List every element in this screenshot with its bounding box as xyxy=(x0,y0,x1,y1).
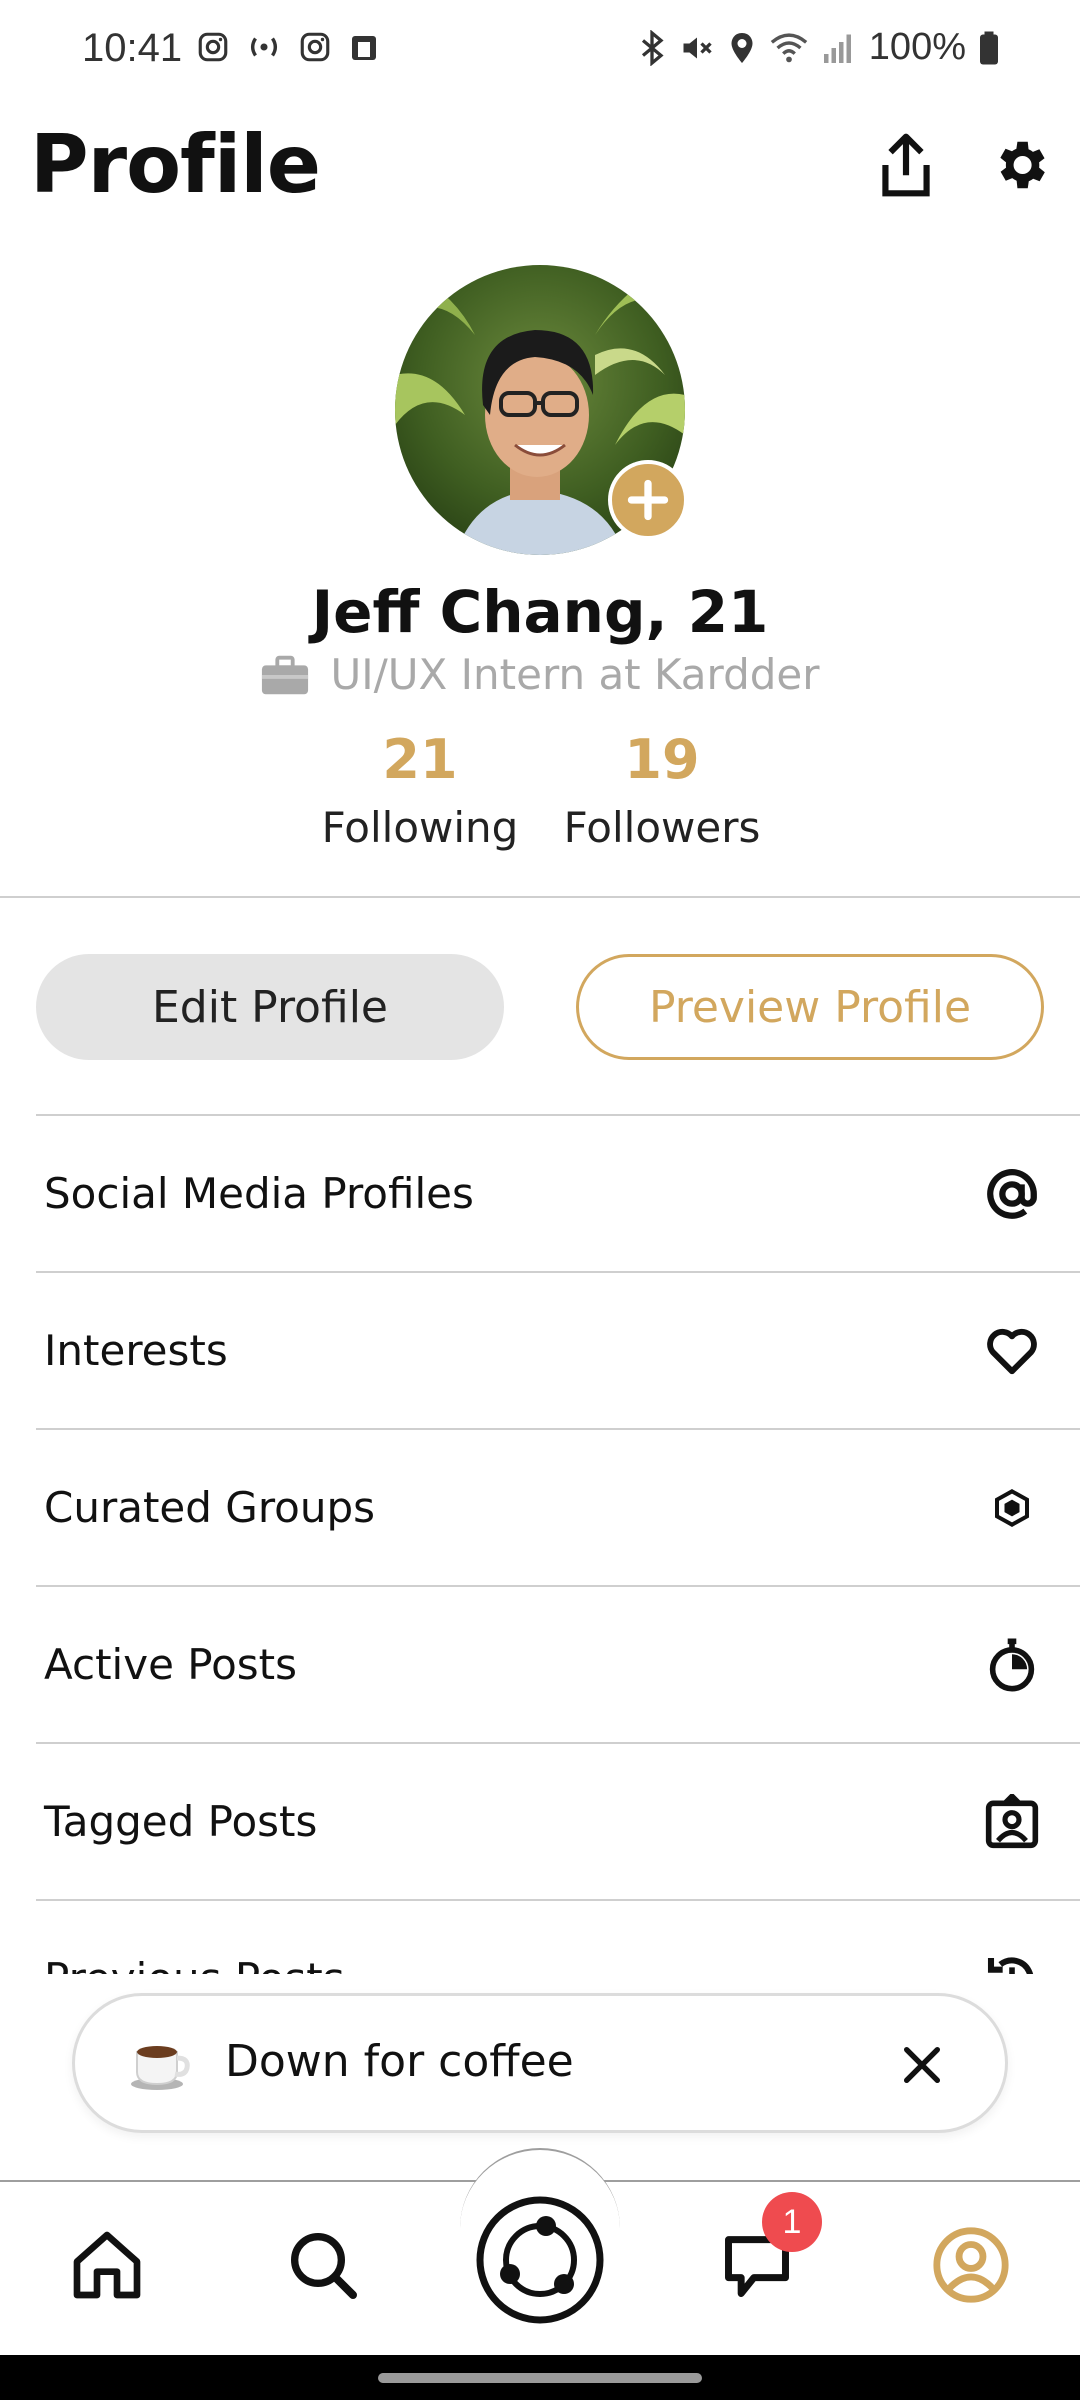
following-stat[interactable]: 21 Following xyxy=(310,728,530,852)
menu-item-label: Curated Groups xyxy=(44,1483,376,1532)
at-sign-icon xyxy=(982,1164,1042,1224)
menu-item-label: Previous Posts xyxy=(44,1954,345,1974)
nav-center-action[interactable] xyxy=(474,2194,606,2326)
share-button[interactable] xyxy=(866,125,946,205)
battery-icon xyxy=(980,31,998,64)
hexagon-icon xyxy=(982,1478,1042,1538)
status-text: Down for coffee xyxy=(225,2036,574,2087)
instagram-icon xyxy=(300,32,330,62)
settings-button[interactable] xyxy=(980,125,1060,205)
profile-menu: Social Media Profiles Interests Curated … xyxy=(0,1114,1080,1974)
followers-label: Followers xyxy=(563,803,761,852)
status-right-icons: 100% xyxy=(637,26,1000,69)
messages-badge: 1 xyxy=(762,2192,822,2252)
menu-item-label: Active Posts xyxy=(44,1640,298,1689)
followers-count: 19 xyxy=(624,728,700,791)
nav-search[interactable] xyxy=(278,2220,368,2310)
plus-icon xyxy=(627,479,669,521)
mute-icon xyxy=(683,37,712,58)
home-indicator[interactable] xyxy=(378,2373,702,2383)
profile-name: Jeff Chang, 21 xyxy=(311,578,769,646)
location-icon xyxy=(731,32,753,63)
divider xyxy=(0,896,1080,898)
nav-home[interactable] xyxy=(62,2220,152,2310)
menu-item-active-posts[interactable]: Active Posts xyxy=(36,1585,1080,1742)
cast-icon xyxy=(352,36,376,60)
briefcase-icon xyxy=(262,655,309,694)
status-left-icons xyxy=(196,30,382,66)
job-title: UI/UX Intern at Kardder xyxy=(330,650,820,699)
preview-profile-button[interactable]: Preview Profile xyxy=(576,954,1044,1060)
signal-icon xyxy=(823,34,851,63)
job-line: UI/UX Intern at Kardder xyxy=(0,650,1080,699)
bluetooth-icon xyxy=(641,29,664,66)
status-bar: 10:41 100% xyxy=(0,0,1080,100)
following-label: Following xyxy=(321,803,519,852)
gear-icon xyxy=(1000,141,1045,189)
clear-status-button[interactable] xyxy=(887,2030,957,2100)
page-title: Profile xyxy=(30,118,321,211)
menu-item-label: Social Media Profiles xyxy=(44,1169,474,1218)
followers-stat[interactable]: 19 Followers xyxy=(552,728,772,852)
close-icon xyxy=(903,2046,941,2084)
search-icon xyxy=(291,2233,357,2299)
nav-profile[interactable] xyxy=(926,2220,1016,2310)
menu-item-social-media[interactable]: Social Media Profiles xyxy=(36,1114,1080,1271)
wifi-icon xyxy=(770,32,808,62)
edit-profile-button[interactable]: Edit Profile xyxy=(36,954,504,1060)
status-pill[interactable]: Down for coffee xyxy=(72,1993,1008,2133)
tag-person-icon xyxy=(982,1792,1042,1852)
profile-icon xyxy=(933,2227,1009,2303)
stopwatch-icon xyxy=(982,1635,1042,1695)
menu-item-tagged-posts[interactable]: Tagged Posts xyxy=(36,1742,1080,1899)
menu-item-curated-groups[interactable]: Curated Groups xyxy=(36,1428,1080,1585)
battery-percent: 100% xyxy=(868,26,966,68)
history-icon xyxy=(982,1949,1042,1974)
status-time: 10:41 xyxy=(82,26,183,70)
menu-item-label: Interests xyxy=(44,1326,228,1375)
menu-item-previous-posts[interactable]: Previous Posts xyxy=(36,1899,1080,1974)
coffee-icon xyxy=(131,2046,190,2090)
instagram-icon xyxy=(198,32,228,62)
menu-item-label: Tagged Posts xyxy=(44,1797,318,1846)
home-icon xyxy=(73,2231,141,2299)
kardder-logo-icon xyxy=(476,2196,604,2324)
heart-icon xyxy=(982,1321,1042,1381)
add-photo-button[interactable] xyxy=(608,460,688,540)
broadcast-icon xyxy=(250,37,278,57)
following-count: 21 xyxy=(382,728,458,791)
bottom-nav xyxy=(0,2148,1080,2355)
menu-item-interests[interactable]: Interests xyxy=(36,1271,1080,1428)
share-icon xyxy=(882,133,930,197)
